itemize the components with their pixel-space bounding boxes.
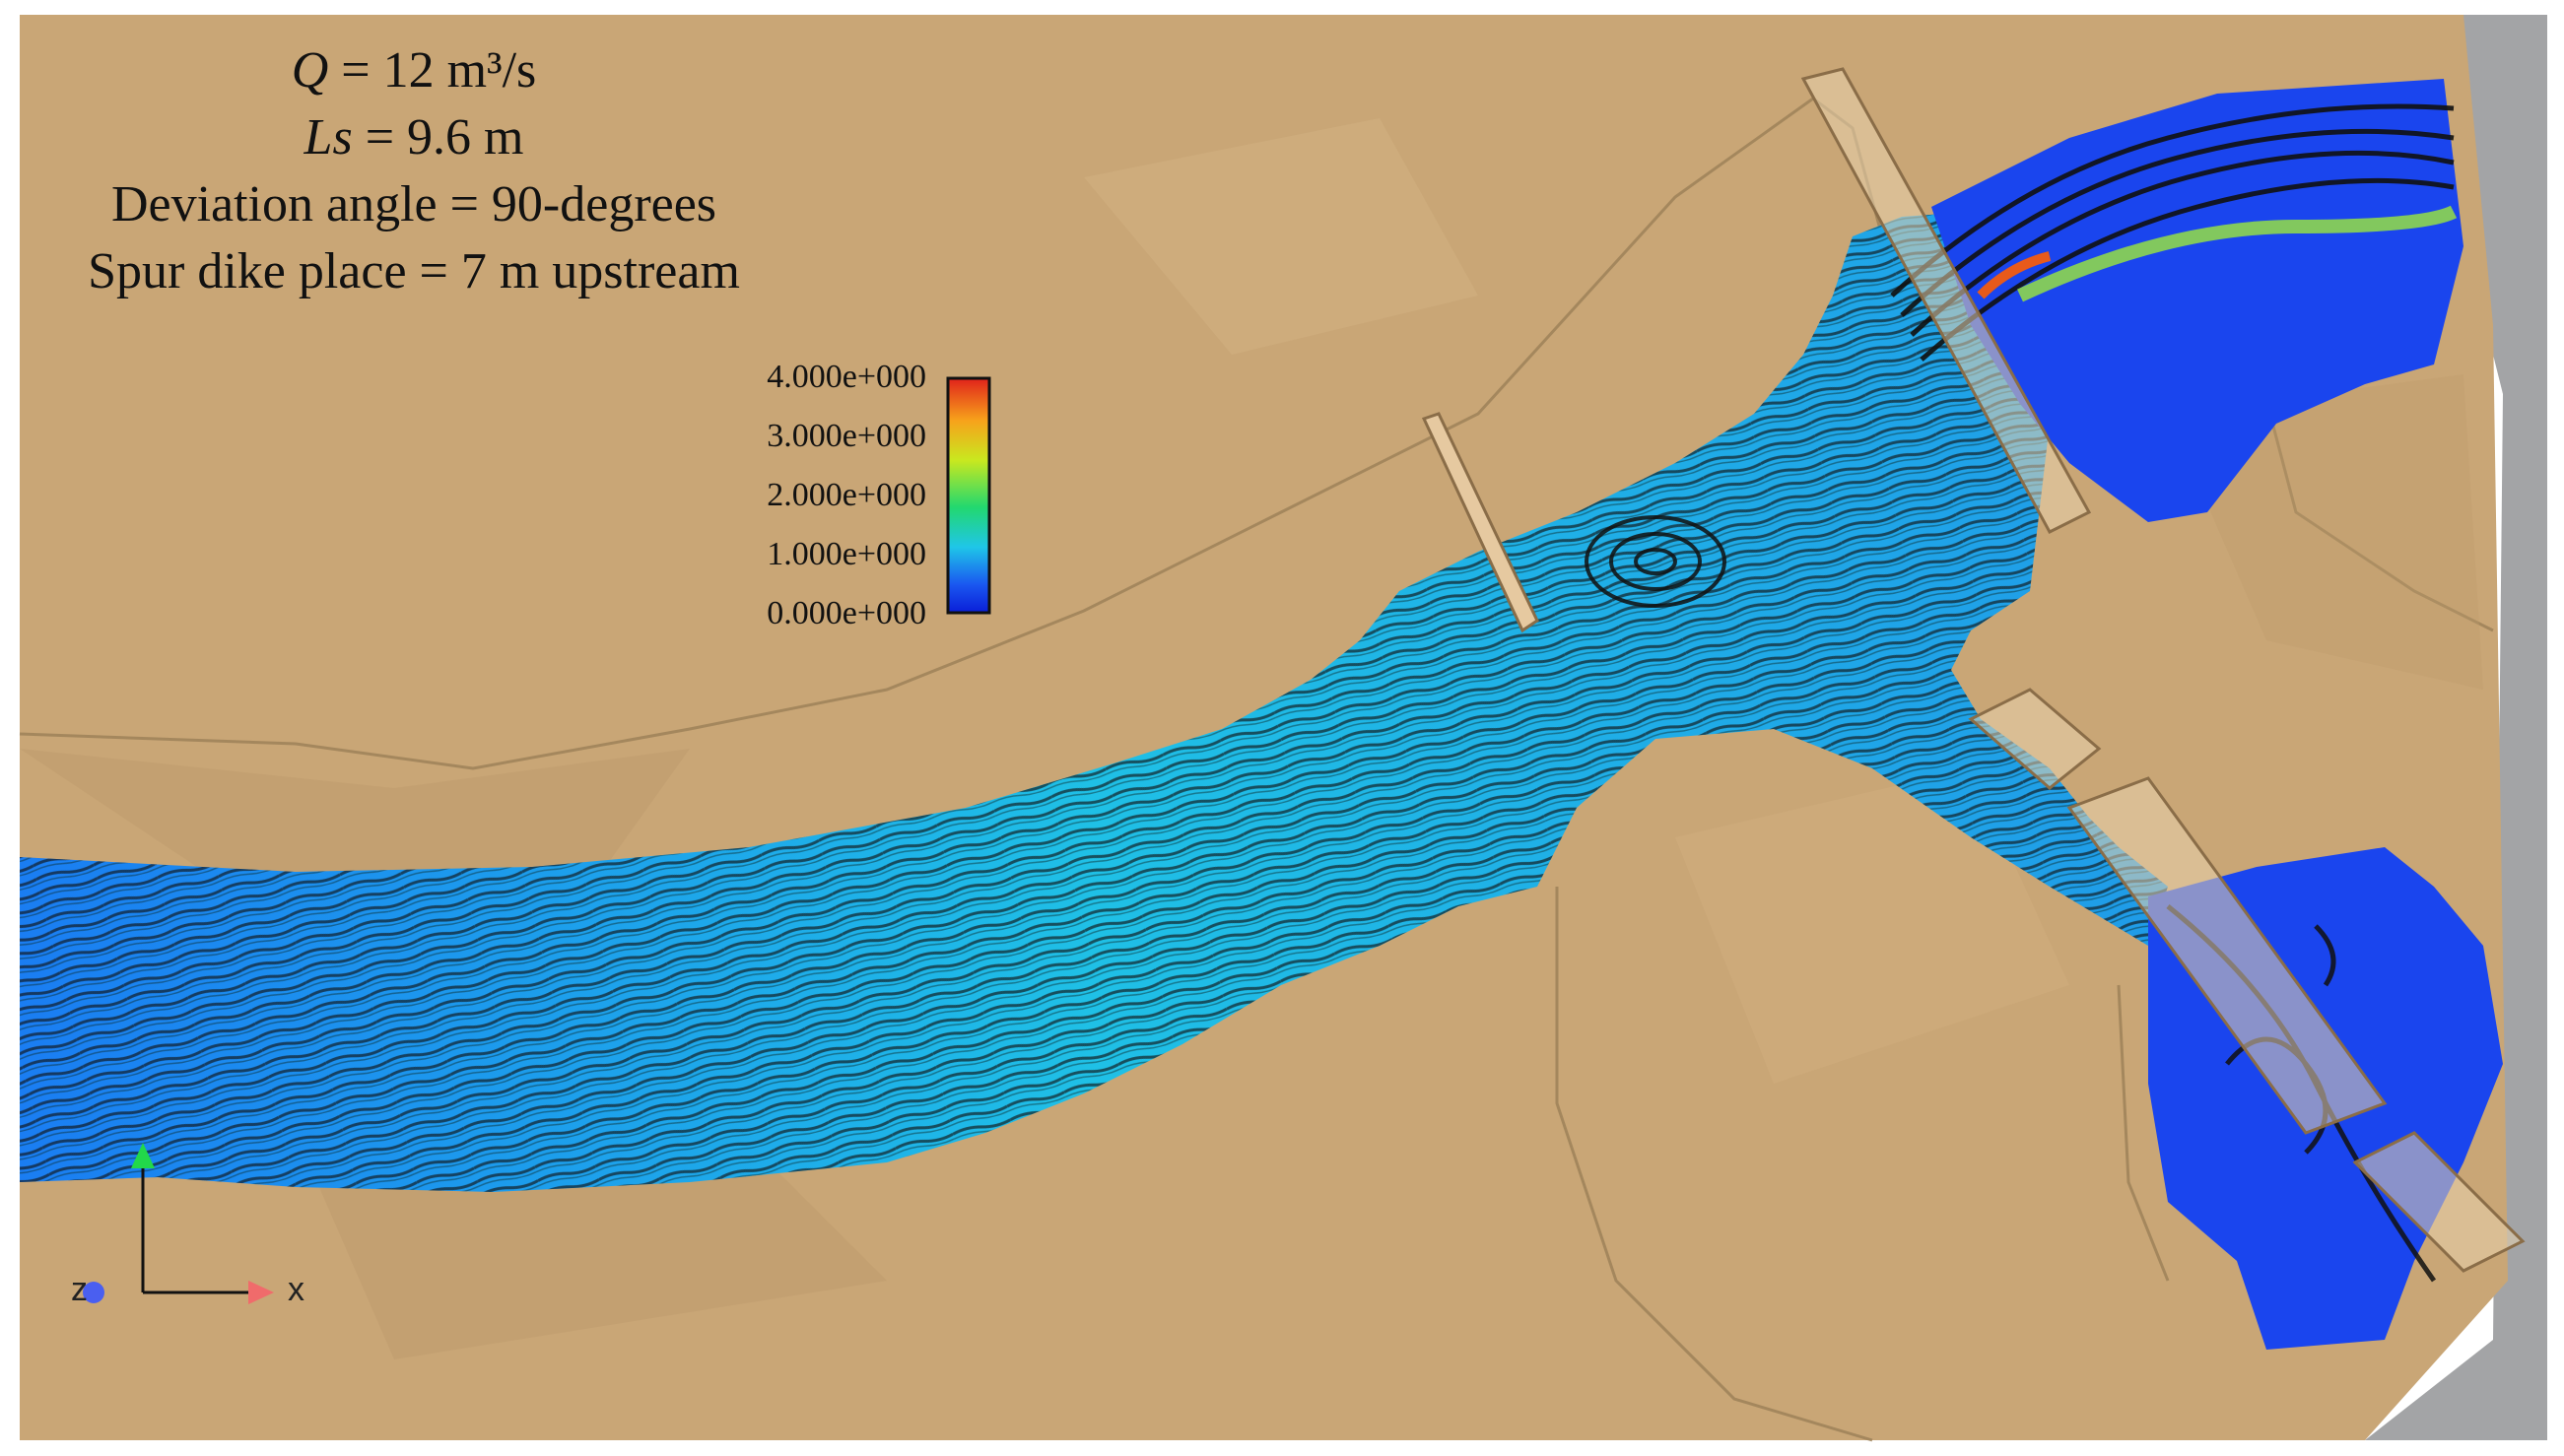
parameters-block: Q = 12 m³/s Ls = 9.6 m Deviation angle =… xyxy=(39,37,788,305)
legend-tick-label: 1.000e+000 xyxy=(767,536,926,572)
legend-tick-label: 2.000e+000 xyxy=(767,477,926,513)
spur-length-line: Ls = 9.6 m xyxy=(39,104,788,171)
legend-colorbar xyxy=(946,376,991,615)
legend-labels: 4.000e+000 3.000e+000 2.000e+000 1.000e+… xyxy=(690,359,926,631)
deviation-angle-line: Deviation angle = 90-degrees xyxy=(110,176,717,232)
legend-tick-label: 4.000e+000 xyxy=(767,359,926,395)
flow-rate-var: Q xyxy=(291,42,329,99)
spur-length-value: = 9.6 m xyxy=(365,109,524,165)
z-axis-label: z xyxy=(71,1271,88,1308)
spur-length-var: Ls xyxy=(304,109,353,165)
flow-rate-line: Q = 12 m³/s xyxy=(39,37,788,104)
flow-rate-value: = 12 m³/s xyxy=(341,42,537,99)
x-axis-label: x xyxy=(288,1271,304,1308)
legend-tick-label: 3.000e+000 xyxy=(767,418,926,454)
spur-place-line: Spur dike place = 7 m upstream xyxy=(88,243,740,299)
legend-tick-label: 0.000e+000 xyxy=(767,595,926,631)
